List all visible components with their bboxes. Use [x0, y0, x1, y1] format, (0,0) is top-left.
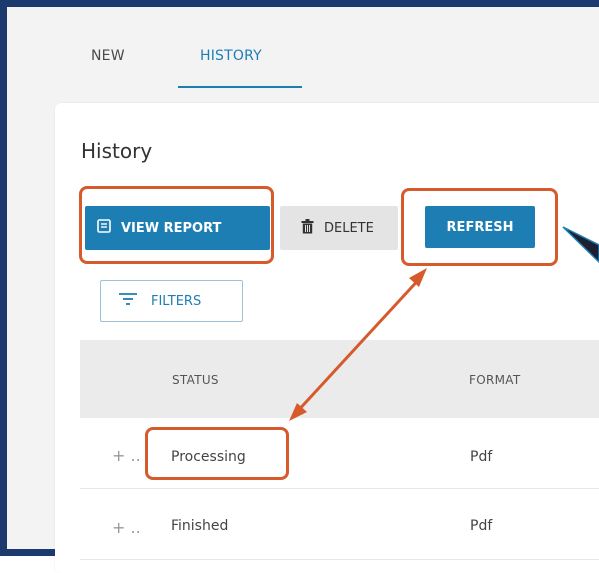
status-cell: Finished — [171, 518, 229, 534]
tab-new[interactable]: NEW — [91, 48, 125, 64]
filters-label: FILTERS — [151, 293, 202, 309]
column-header-format[interactable]: FORMAT — [469, 373, 520, 387]
filters-button[interactable]: FILTERS — [100, 280, 243, 322]
trash-icon — [301, 218, 314, 238]
page-title: History — [81, 139, 153, 163]
expand-row-icon[interactable]: + .. — [112, 518, 141, 537]
format-cell: Pdf — [470, 449, 493, 465]
table-row[interactable] — [80, 489, 599, 560]
column-header-status[interactable]: STATUS — [172, 373, 219, 387]
table-header — [80, 340, 599, 418]
highlight-processing — [145, 427, 289, 480]
tab-history[interactable]: HISTORY — [200, 48, 262, 64]
filter-icon — [119, 293, 137, 309]
delete-button[interactable]: DELETE — [280, 206, 398, 250]
format-cell: Pdf — [470, 518, 493, 534]
active-tab-indicator — [178, 86, 302, 88]
highlight-view-report — [79, 186, 274, 264]
delete-label: DELETE — [324, 220, 374, 236]
expand-row-icon[interactable]: + .. — [112, 446, 141, 465]
highlight-refresh — [401, 188, 558, 266]
